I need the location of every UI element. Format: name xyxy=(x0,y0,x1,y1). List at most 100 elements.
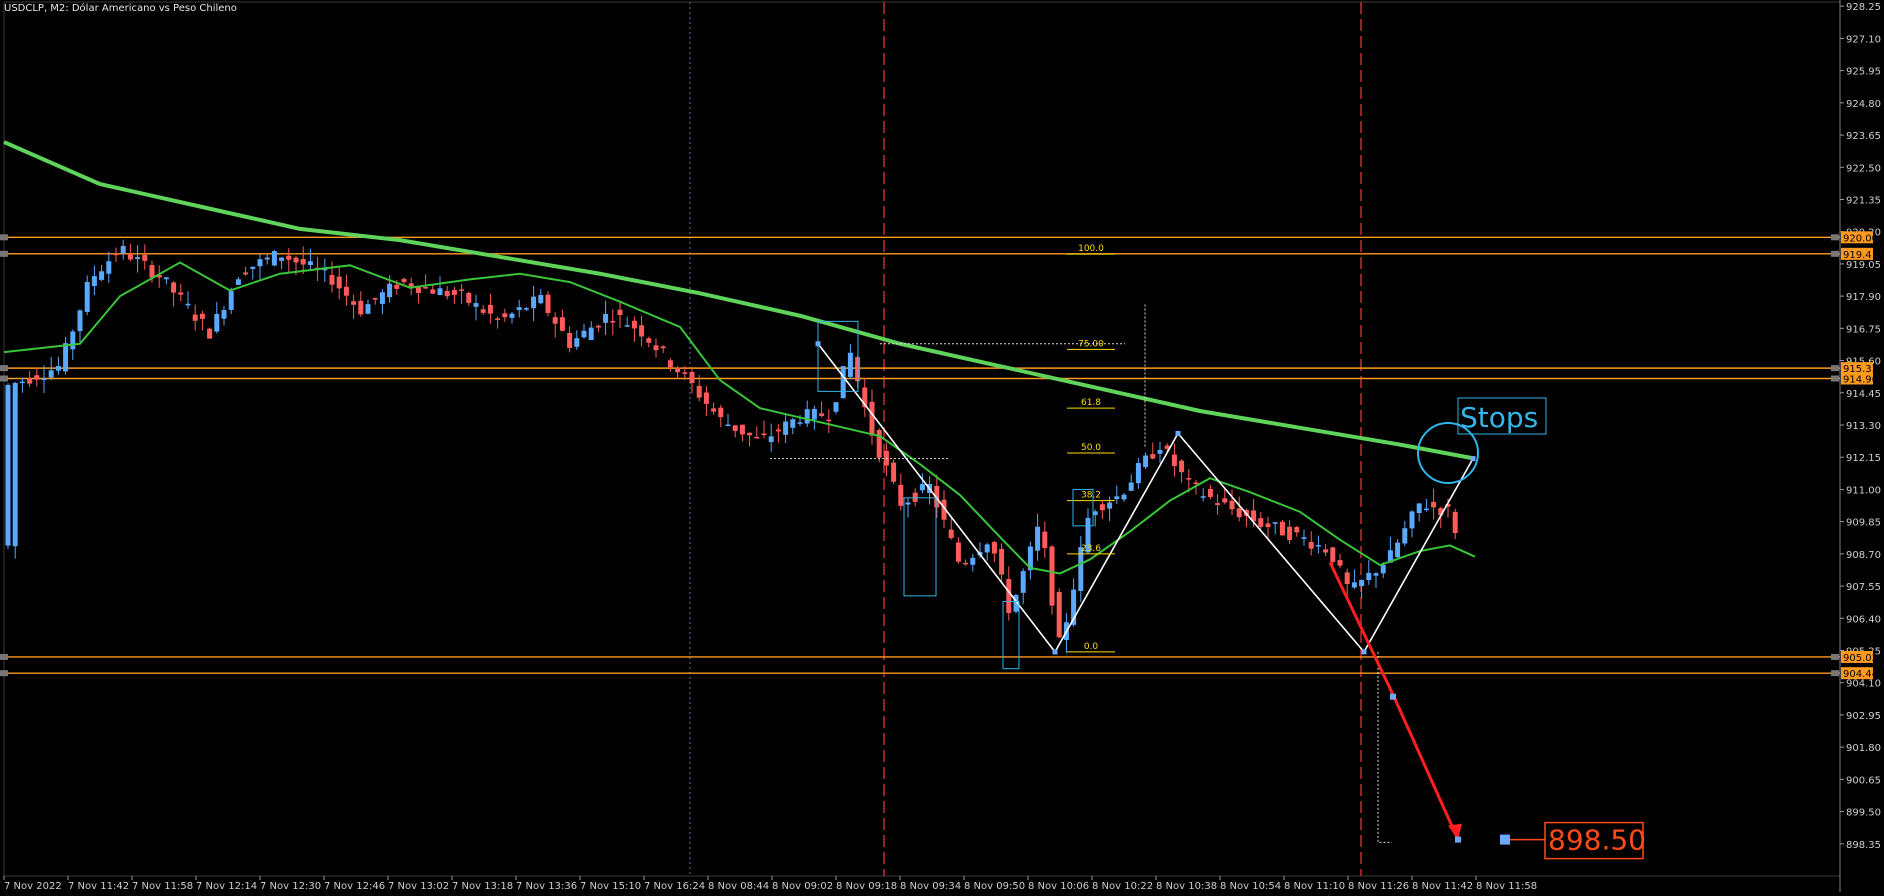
candle-body xyxy=(847,352,853,377)
target-label: 898.50 xyxy=(1548,824,1646,857)
candle-body xyxy=(286,255,292,260)
candle-body xyxy=(1049,546,1055,606)
candle-body xyxy=(1179,460,1185,473)
candle-body xyxy=(711,408,717,412)
candle-body xyxy=(775,429,781,432)
candle-body xyxy=(149,265,155,278)
y-tick-label: 927.10 xyxy=(1846,34,1881,45)
candle-body xyxy=(257,259,263,267)
candle-body xyxy=(1366,572,1372,580)
candle-body xyxy=(1143,455,1149,468)
y-tick-label: 917.90 xyxy=(1846,292,1881,303)
level-price-label: 919.41 xyxy=(1843,250,1878,261)
y-tick-label: 907.55 xyxy=(1846,582,1881,593)
candle-body xyxy=(1272,522,1278,524)
fib-level-label: 0.0 xyxy=(1084,642,1099,652)
candle-body xyxy=(552,317,558,324)
candle-body xyxy=(293,257,299,263)
candle-body xyxy=(1107,502,1113,509)
candle-body xyxy=(833,402,839,412)
candle-body xyxy=(235,279,241,285)
x-tick-label: 8 Nov 11:42 xyxy=(1412,881,1473,892)
candle-body xyxy=(171,282,177,293)
candle-body xyxy=(1171,454,1177,466)
x-tick-label: 8 Nov 11:10 xyxy=(1284,881,1345,892)
candle-body xyxy=(912,492,918,502)
zigzag-node xyxy=(1361,649,1367,655)
candle-body xyxy=(1301,537,1307,539)
candle-body xyxy=(531,296,537,309)
candle-body xyxy=(250,266,256,269)
y-tick-label: 902.95 xyxy=(1846,711,1881,722)
fib-level-label: 100.0 xyxy=(1078,244,1104,254)
fib-level-label: 50.0 xyxy=(1081,443,1101,453)
candle-body xyxy=(1409,511,1415,529)
level-price-label: 904.44 xyxy=(1843,669,1878,680)
candle-body xyxy=(891,462,897,482)
candle-body xyxy=(732,425,738,431)
level-handle xyxy=(0,234,8,241)
chart-area: 928.25 927.10 925.95 924.80 923.65 922.50 921.… xyxy=(0,0,1884,892)
candle-body xyxy=(77,310,83,332)
x-tick-label: 8 Nov 10:06 xyxy=(1028,881,1089,892)
candle-body xyxy=(12,382,18,547)
y-tick-label: 928.25 xyxy=(1846,2,1881,13)
candle-body xyxy=(55,366,61,371)
candle-body xyxy=(329,275,335,285)
candle-body xyxy=(588,327,594,340)
candle-body xyxy=(819,413,825,417)
candle-body xyxy=(365,304,371,314)
candle-body xyxy=(1222,498,1228,503)
x-tick-label: 7 Nov 12:46 xyxy=(324,881,385,892)
candle-body xyxy=(243,272,249,275)
candle-body xyxy=(970,557,976,565)
candle-body xyxy=(1035,526,1041,551)
fib-level-label: 61.8 xyxy=(1081,398,1101,408)
candle-body xyxy=(898,484,904,506)
y-tick-label: 922.50 xyxy=(1846,163,1881,174)
y-tick-label: 900.65 xyxy=(1846,775,1881,786)
candle-body xyxy=(27,378,33,384)
candle-body xyxy=(567,332,573,348)
x-tick-label: 8 Nov 09:18 xyxy=(836,881,897,892)
level-handle xyxy=(1831,653,1839,660)
candle-body xyxy=(509,313,515,318)
x-tick-label: 7 Nov 13:36 xyxy=(516,881,577,892)
candle-body xyxy=(135,257,141,260)
candle-body xyxy=(739,424,745,435)
candle-body xyxy=(790,419,796,428)
y-tick-label: 909.85 xyxy=(1846,518,1881,529)
candle-body xyxy=(876,429,882,458)
candle-body xyxy=(538,295,544,304)
candle-body xyxy=(1056,591,1062,638)
candle-body xyxy=(264,257,270,260)
candle-body xyxy=(192,314,198,321)
candle-body xyxy=(1193,482,1199,484)
candle-body xyxy=(955,542,961,562)
candle-body xyxy=(99,271,105,280)
y-tick-label: 899.50 xyxy=(1846,808,1881,819)
candle-body xyxy=(905,502,911,505)
candle-body xyxy=(675,367,681,373)
highlight-box xyxy=(903,497,937,597)
candle-body xyxy=(1423,508,1429,511)
candle-body xyxy=(646,338,652,343)
level-handle xyxy=(1831,250,1839,257)
level-handle xyxy=(0,375,8,382)
x-tick-label: 7 Nov 12:30 xyxy=(260,881,321,892)
candle-body xyxy=(624,325,630,327)
candle-body xyxy=(682,372,688,374)
x-tick-label: 8 Nov 09:34 xyxy=(900,881,961,892)
y-tick-label: 898.35 xyxy=(1846,840,1881,851)
candle-body xyxy=(372,298,378,300)
x-tick-label: 7 Nov 15:10 xyxy=(580,881,641,892)
candle-body xyxy=(48,370,54,378)
y-tick-label: 925.95 xyxy=(1846,67,1881,78)
zigzag-node xyxy=(1470,456,1476,462)
level-price-label: 914.96 xyxy=(1843,374,1878,385)
fib-level-label: 75.00 xyxy=(1078,339,1104,349)
candle-body xyxy=(1402,528,1408,544)
level-price-label: 905.02 xyxy=(1843,653,1878,664)
candle-body xyxy=(423,287,429,289)
candle-body xyxy=(617,309,623,316)
